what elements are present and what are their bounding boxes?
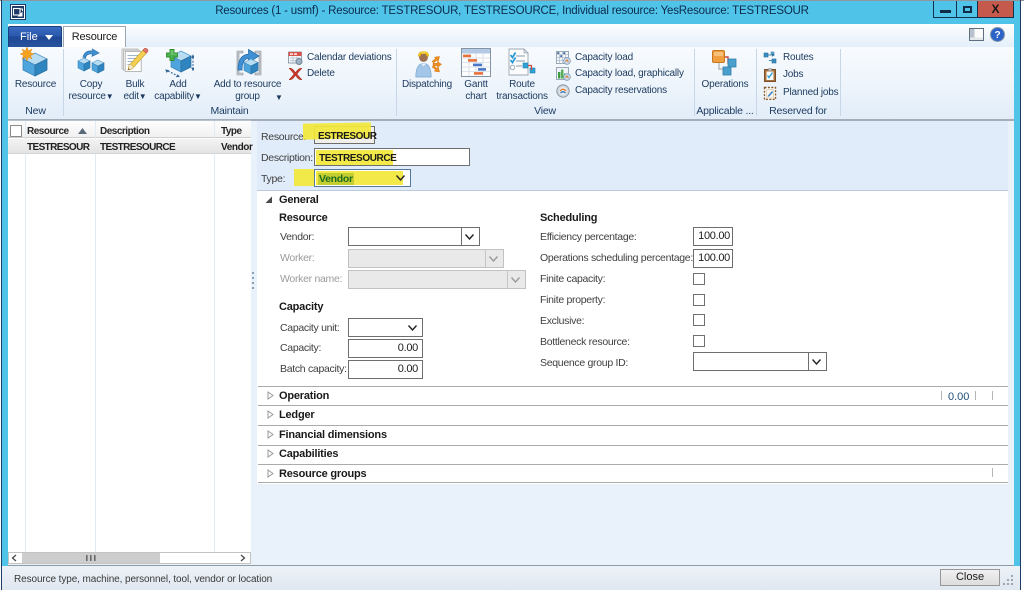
svg-text:?: ?	[994, 30, 1000, 41]
